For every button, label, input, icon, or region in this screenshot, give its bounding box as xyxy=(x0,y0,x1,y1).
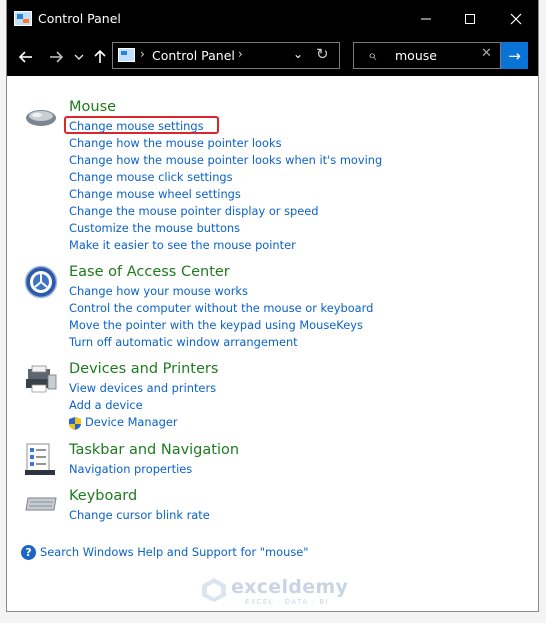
link-pointer-looks[interactable]: Change how the mouse pointer looks xyxy=(69,136,282,150)
link-cursor-blink-rate[interactable]: Change cursor blink rate xyxy=(69,508,210,522)
link-window-arrangement[interactable]: Turn off automatic window arrangement xyxy=(69,335,298,349)
help-icon: ? xyxy=(21,545,36,560)
up-arrow-icon[interactable] xyxy=(89,46,111,68)
link-add-device[interactable]: Add a device xyxy=(69,398,143,412)
address-bar[interactable]: › Control Panel › ⌄ ↻ xyxy=(112,42,340,69)
ease-of-access-icon xyxy=(24,265,58,303)
watermark-tagline: EXCEL · DATA · BI xyxy=(245,598,329,606)
taskbar-icon xyxy=(24,443,58,481)
link-easier-see-pointer[interactable]: Make it easier to see the mouse pointer xyxy=(69,238,296,252)
link-control-without-mouse[interactable]: Control the computer without the mouse o… xyxy=(69,301,373,315)
breadcrumb-separator-icon[interactable]: › xyxy=(140,47,145,61)
link-wheel-settings[interactable]: Change mouse wheel settings xyxy=(69,187,241,201)
link-customize-buttons[interactable]: Customize the mouse buttons xyxy=(69,221,240,235)
watermark-name: exceldemy xyxy=(231,576,349,598)
maximize-icon[interactable] xyxy=(448,0,492,38)
forward-arrow-icon[interactable] xyxy=(45,46,67,68)
exceldemy-logo-icon xyxy=(201,577,227,603)
minimize-icon[interactable] xyxy=(404,0,448,38)
keyboard-icon xyxy=(24,496,58,518)
link-mousekeys[interactable]: Move the pointer with the keypad using M… xyxy=(69,318,363,332)
control-panel-icon xyxy=(118,48,135,62)
shield-icon xyxy=(69,415,81,430)
link-change-mouse-settings[interactable]: Change mouse settings xyxy=(69,119,204,133)
link-navigation-properties[interactable]: Navigation properties xyxy=(69,462,192,476)
refresh-icon[interactable]: ↻ xyxy=(316,45,329,63)
link-pointer-looks-moving[interactable]: Change how the mouse pointer looks when … xyxy=(69,153,382,167)
search-input[interactable]: mouse xyxy=(395,48,437,63)
search-results: Mouse Change mouse settings Change how t… xyxy=(7,76,538,611)
group-title[interactable]: Devices and Printers xyxy=(69,361,218,377)
link-click-settings[interactable]: Change mouse click settings xyxy=(69,170,233,184)
control-panel-icon xyxy=(14,11,32,26)
navigation-bar: › Control Panel › ⌄ ↻ ⌕ mouse ✕ → xyxy=(7,38,538,76)
close-icon[interactable] xyxy=(494,0,538,38)
group-title[interactable]: Keyboard xyxy=(69,488,137,504)
back-arrow-icon[interactable] xyxy=(15,46,37,68)
search-icon: ⌕ xyxy=(368,46,377,64)
control-panel-window: Control Panel › Control Panel › ⌄ ↻ ⌕ mo… xyxy=(7,0,538,611)
breadcrumb-control-panel[interactable]: Control Panel xyxy=(152,48,235,63)
go-arrow-icon[interactable]: → xyxy=(501,42,528,69)
clear-icon[interactable]: ✕ xyxy=(481,46,492,61)
window-title: Control Panel xyxy=(38,11,121,26)
mouse-icon xyxy=(24,107,58,133)
title-bar: Control Panel xyxy=(7,0,538,38)
group-title[interactable]: Taskbar and Navigation xyxy=(69,442,239,458)
printer-icon xyxy=(24,365,58,399)
breadcrumb-separator-icon[interactable]: › xyxy=(238,47,243,61)
link-how-mouse-works[interactable]: Change how your mouse works xyxy=(69,284,248,298)
link-pointer-display-speed[interactable]: Change the mouse pointer display or spee… xyxy=(69,204,319,218)
group-title[interactable]: Ease of Access Center xyxy=(69,264,230,280)
group-title[interactable]: Mouse xyxy=(69,99,116,115)
link-device-manager[interactable]: Device Manager xyxy=(85,415,178,429)
chevron-down-icon[interactable] xyxy=(72,46,86,68)
link-view-devices[interactable]: View devices and printers xyxy=(69,381,216,395)
help-search-text[interactable]: Search Windows Help and Support for "mou… xyxy=(40,545,309,559)
search-box[interactable]: ⌕ mouse ✕ xyxy=(353,42,501,69)
watermark: exceldemy EXCEL · DATA · BI xyxy=(201,575,351,611)
address-dropdown-icon[interactable]: ⌄ xyxy=(293,47,303,61)
